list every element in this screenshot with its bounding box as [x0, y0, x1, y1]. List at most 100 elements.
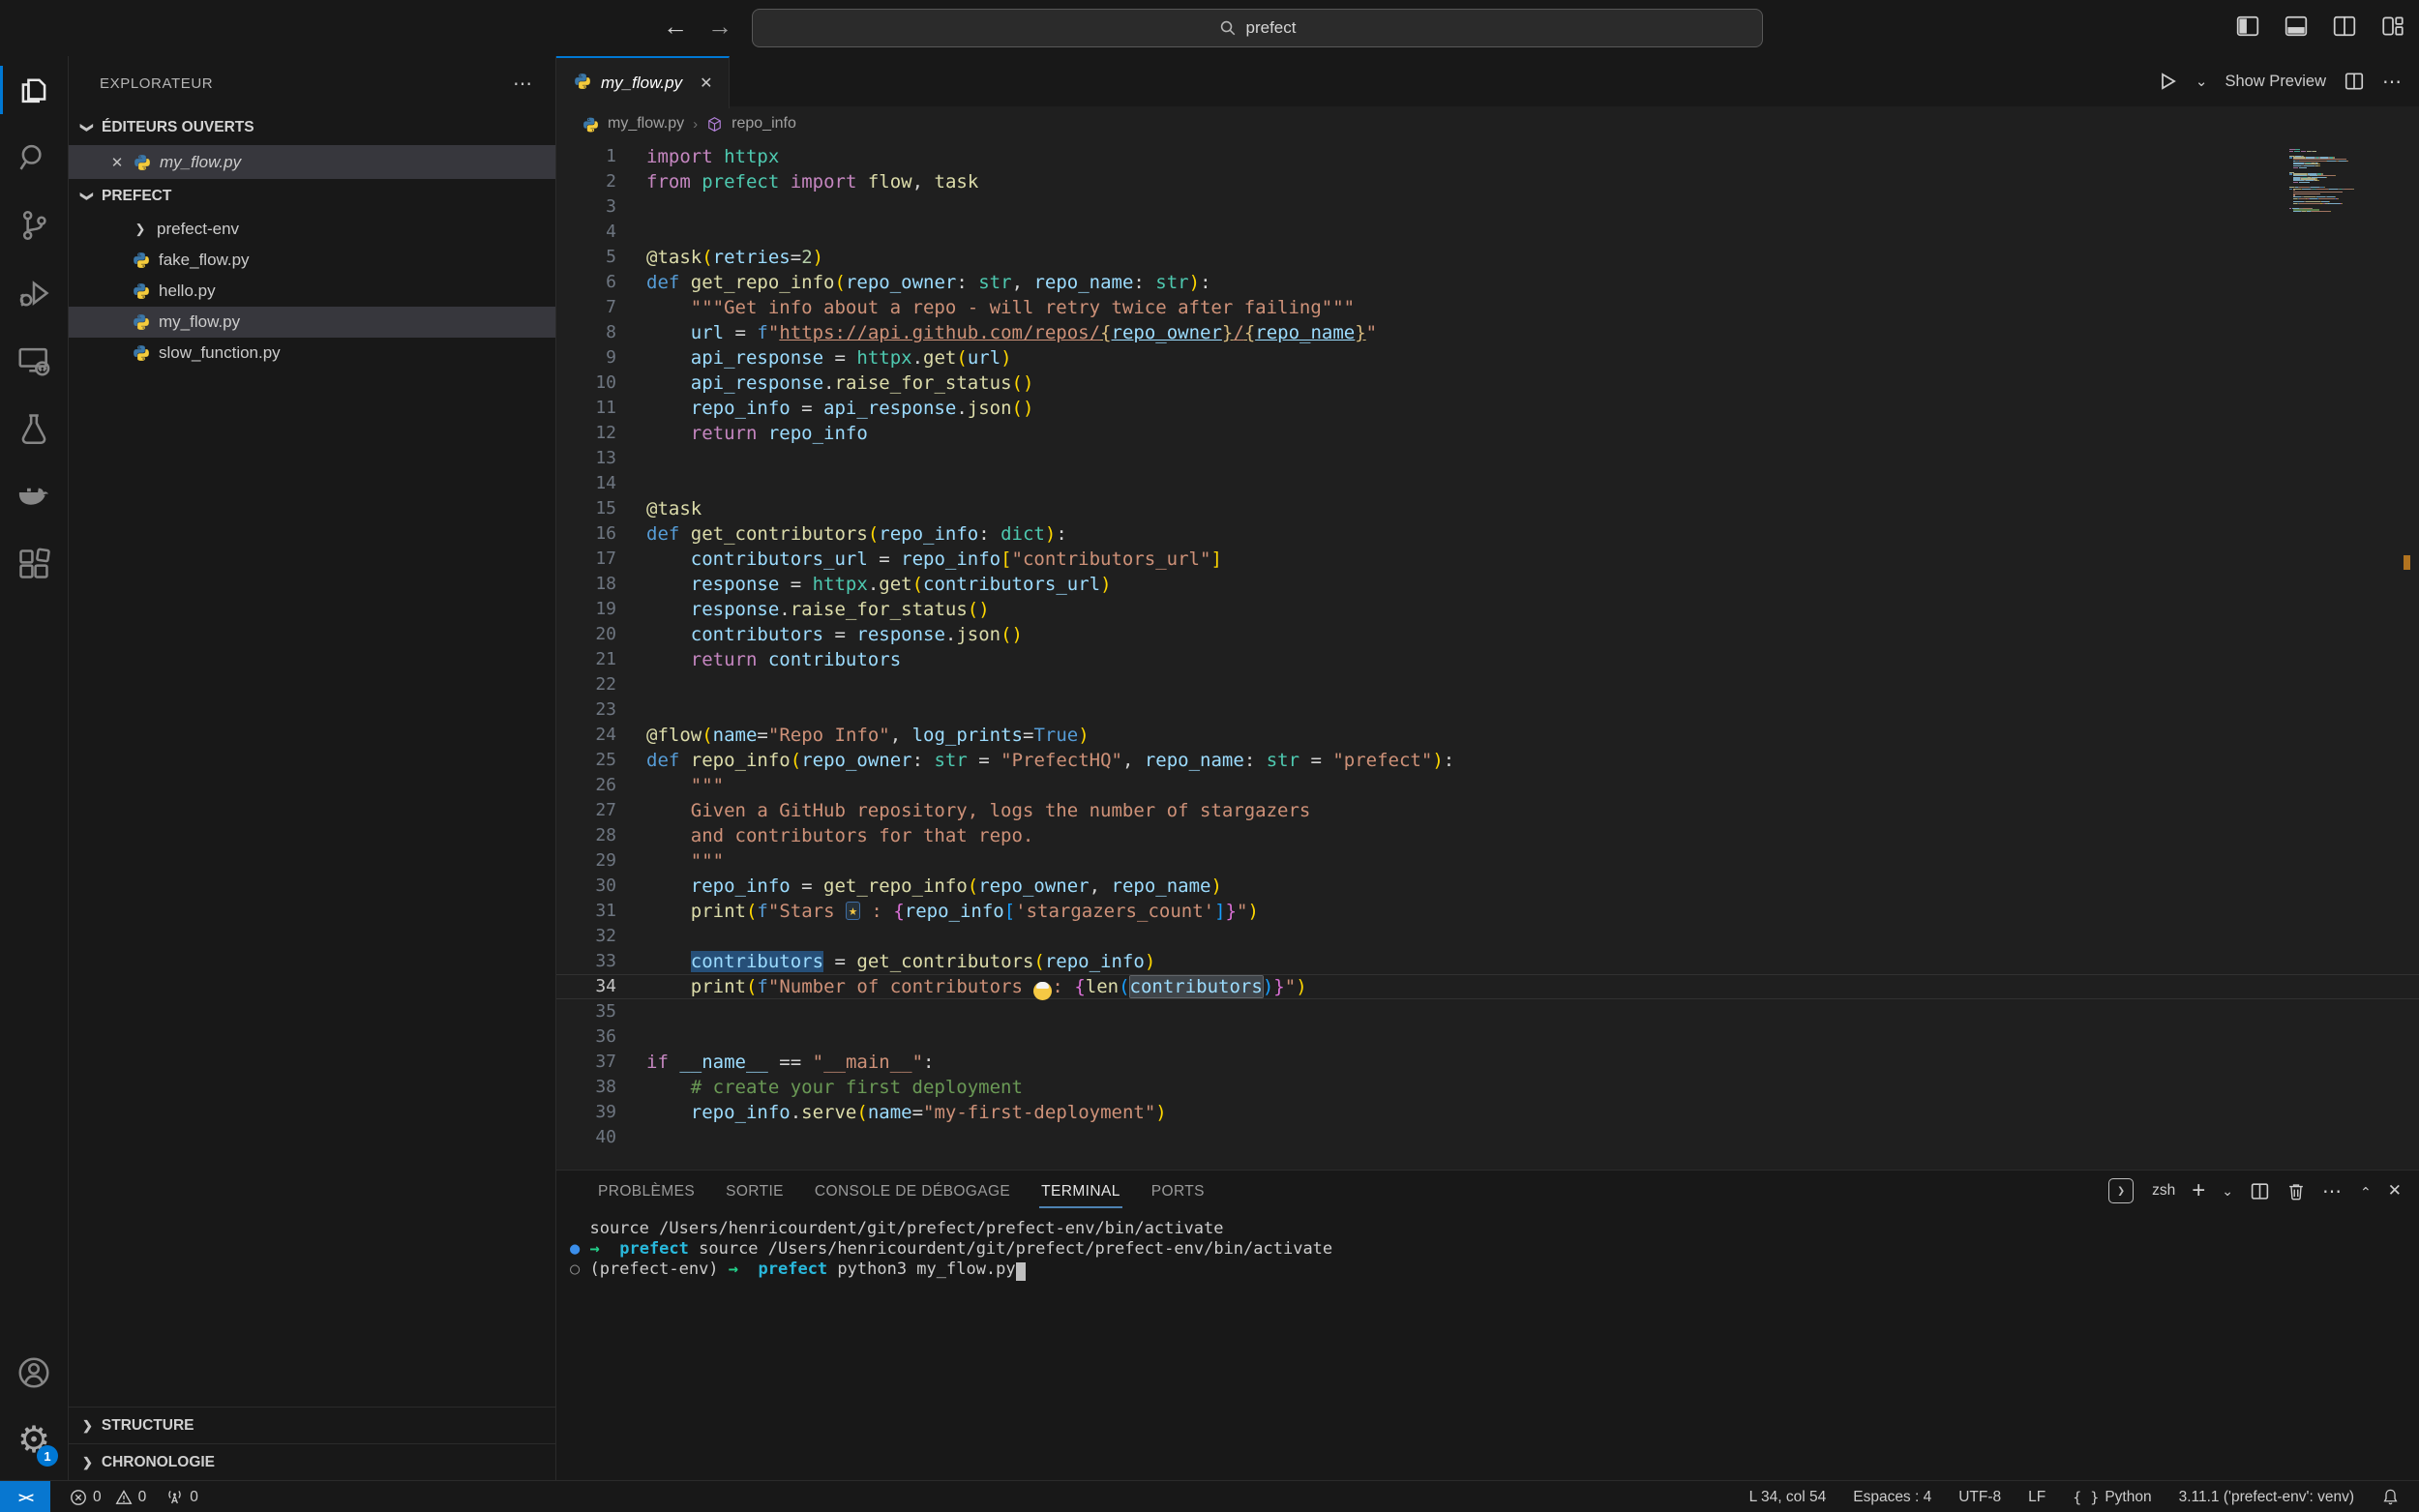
- code-line[interactable]: 25def repo_info(repo_owner: str = "Prefe…: [556, 748, 2419, 773]
- code-line[interactable]: 11 repo_info = api_response.json(): [556, 396, 2419, 421]
- terminal-dropdown-icon[interactable]: ⌄: [2222, 1183, 2233, 1200]
- shell-label[interactable]: zsh: [2152, 1182, 2175, 1200]
- panel-tab-sortie[interactable]: SORTIE: [710, 1171, 799, 1213]
- panel-tab-terminal[interactable]: TERMINAL: [1026, 1171, 1136, 1213]
- code-line[interactable]: 39 repo_info.serve(name="my-first-deploy…: [556, 1100, 2419, 1125]
- code-line[interactable]: 33 contributors = get_contributors(repo_…: [556, 949, 2419, 974]
- open-editors-section[interactable]: ❯ ÉDITEURS OUVERTS: [69, 110, 555, 145]
- code-line[interactable]: 9 api_response = httpx.get(url): [556, 345, 2419, 371]
- code-line[interactable]: 2from prefect import flow, task: [556, 169, 2419, 194]
- code-line[interactable]: 10 api_response.raise_for_status(): [556, 371, 2419, 396]
- new-terminal-icon[interactable]: +: [2192, 1179, 2205, 1202]
- code-line[interactable]: 40: [556, 1125, 2419, 1150]
- code-line[interactable]: 28 and contributors for that repo.: [556, 823, 2419, 848]
- editor-more-icon[interactable]: ⋯: [2382, 70, 2404, 94]
- panel-tab-console-de-d-bogage[interactable]: CONSOLE DE DÉBOGAGE: [799, 1171, 1026, 1213]
- extensions-icon[interactable]: [0, 530, 68, 598]
- workspace-section[interactable]: ❯ PREFECT: [69, 179, 555, 214]
- code-line[interactable]: 29 """: [556, 848, 2419, 874]
- code-line[interactable]: 23: [556, 697, 2419, 723]
- code-line[interactable]: 34 print(f"Number of contributors 👷: {le…: [556, 974, 2419, 999]
- language-mode[interactable]: { } Python: [2073, 1489, 2151, 1506]
- python-interpreter[interactable]: 3.11.1 ('prefect-env': venv): [2179, 1489, 2354, 1506]
- tree-item[interactable]: slow_function.py: [69, 338, 555, 369]
- code-line[interactable]: 37if __name__ == "__main__":: [556, 1050, 2419, 1075]
- explorer-icon[interactable]: [0, 56, 68, 124]
- problems-status[interactable]: 0 0: [70, 1489, 146, 1506]
- code-line[interactable]: 30 repo_info = get_repo_info(repo_owner,…: [556, 874, 2419, 899]
- tree-item[interactable]: my_flow.py: [69, 307, 555, 338]
- tree-item[interactable]: fake_flow.py: [69, 245, 555, 276]
- code-line[interactable]: 1import httpx: [556, 144, 2419, 169]
- encoding[interactable]: UTF-8: [1958, 1489, 2001, 1506]
- run-debug-icon[interactable]: [0, 259, 68, 327]
- timeline-section[interactable]: ❯ CHRONOLOGIE: [69, 1443, 555, 1480]
- code-editor[interactable]: 1import httpx2from prefect import flow, …: [556, 141, 2419, 1170]
- search-icon[interactable]: [0, 124, 68, 192]
- split-editor-icon[interactable]: [2344, 71, 2365, 92]
- kill-terminal-icon[interactable]: [2286, 1181, 2306, 1201]
- back-icon[interactable]: ←: [659, 12, 692, 42]
- code-line[interactable]: 5@task(retries=2): [556, 245, 2419, 270]
- code-line[interactable]: 26 """: [556, 773, 2419, 798]
- settings-gear-icon[interactable]: ⚙ 1: [0, 1407, 68, 1474]
- code-line[interactable]: 22: [556, 672, 2419, 697]
- close-tab-icon[interactable]: ✕: [700, 74, 712, 93]
- breadcrumb-symbol[interactable]: repo_info: [732, 115, 796, 133]
- code-line[interactable]: 38 # create your first deployment: [556, 1075, 2419, 1100]
- code-line[interactable]: 13: [556, 446, 2419, 471]
- command-center-search[interactable]: prefect: [752, 9, 1763, 47]
- remote-indicator[interactable]: ><: [0, 1481, 50, 1512]
- show-preview-button[interactable]: Show Preview: [2225, 73, 2326, 91]
- layout-sidebar-right-icon[interactable]: [2332, 14, 2357, 39]
- terminal-output[interactable]: source /Users/henricourdent/git/prefect/…: [556, 1213, 2419, 1280]
- maximize-panel-icon[interactable]: ⌄: [2360, 1183, 2372, 1200]
- source-control-icon[interactable]: [0, 192, 68, 259]
- open-editor-item[interactable]: ✕my_flow.py: [69, 145, 555, 179]
- code-line[interactable]: 20 contributors = response.json(): [556, 622, 2419, 647]
- code-line[interactable]: 7 """Get info about a repo - will retry …: [556, 295, 2419, 320]
- close-editor-icon[interactable]: ✕: [109, 154, 125, 171]
- layout-sidebar-left-icon[interactable]: [2235, 14, 2260, 39]
- code-line[interactable]: 36: [556, 1024, 2419, 1050]
- code-line[interactable]: 24@flow(name="Repo Info", log_prints=Tru…: [556, 723, 2419, 748]
- run-file-icon[interactable]: [2157, 71, 2178, 92]
- code-line[interactable]: 8 url = f"https://api.github.com/repos/{…: [556, 320, 2419, 345]
- panel-more-icon[interactable]: ⋯: [2322, 1179, 2344, 1203]
- panel-tab-probl-mes[interactable]: PROBLÈMES: [582, 1171, 710, 1213]
- eol[interactable]: LF: [2028, 1489, 2046, 1506]
- explorer-more-icon[interactable]: ⋯: [513, 72, 534, 96]
- code-line[interactable]: 17 contributors_url = repo_info["contrib…: [556, 547, 2419, 572]
- customize-layout-icon[interactable]: [2380, 14, 2405, 39]
- code-line[interactable]: 12 return repo_info: [556, 421, 2419, 446]
- code-line[interactable]: 35: [556, 999, 2419, 1024]
- docker-icon[interactable]: [0, 462, 68, 530]
- testing-icon[interactable]: [0, 395, 68, 462]
- panel-tab-ports[interactable]: PORTS: [1136, 1171, 1220, 1213]
- code-line[interactable]: 6def get_repo_info(repo_owner: str, repo…: [556, 270, 2419, 295]
- code-line[interactable]: 16def get_contributors(repo_info: dict):: [556, 521, 2419, 547]
- code-line[interactable]: 31 print(f"Stars ★ : {repo_info['stargaz…: [556, 899, 2419, 924]
- code-line[interactable]: 15@task: [556, 496, 2419, 521]
- code-line[interactable]: 21 return contributors: [556, 647, 2419, 672]
- bell-icon[interactable]: [2381, 1488, 2400, 1506]
- remote-explorer-icon[interactable]: [0, 327, 68, 395]
- close-panel-icon[interactable]: ✕: [2388, 1181, 2402, 1201]
- run-dropdown-icon[interactable]: ⌄: [2195, 73, 2208, 90]
- code-line[interactable]: 27 Given a GitHub repository, logs the n…: [556, 798, 2419, 823]
- tab-my-flow[interactable]: my_flow.py ✕: [556, 56, 730, 108]
- tree-item[interactable]: ❯prefect-env: [69, 214, 555, 245]
- code-line[interactable]: 18 response = httpx.get(contributors_url…: [556, 572, 2419, 597]
- cursor-position[interactable]: L 34, col 54: [1749, 1489, 1827, 1506]
- indentation[interactable]: Espaces : 4: [1853, 1489, 1931, 1506]
- minimap[interactable]: [2289, 149, 2367, 215]
- code-line[interactable]: 3: [556, 194, 2419, 220]
- split-terminal-icon[interactable]: [2250, 1181, 2270, 1201]
- breadcrumb-file[interactable]: my_flow.py: [608, 115, 684, 133]
- code-line[interactable]: 32: [556, 924, 2419, 949]
- code-line[interactable]: 19 response.raise_for_status(): [556, 597, 2419, 622]
- accounts-icon[interactable]: [0, 1339, 68, 1407]
- ports-status[interactable]: 0: [165, 1488, 198, 1506]
- code-line[interactable]: 4: [556, 220, 2419, 245]
- tree-item[interactable]: hello.py: [69, 276, 555, 307]
